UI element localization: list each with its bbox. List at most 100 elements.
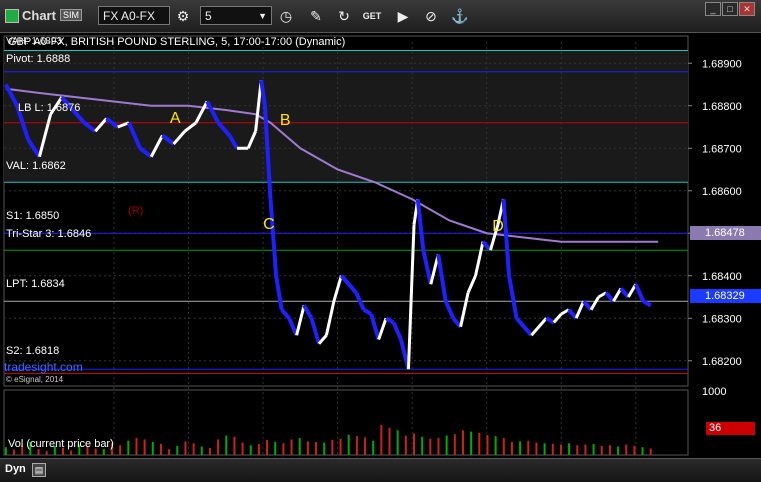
close-button[interactable]: ✕ xyxy=(739,2,755,16)
chevron-down-icon: ▼ xyxy=(258,11,267,21)
volume-tick-label: 1000 xyxy=(702,386,726,398)
clock-icon[interactable]: ◷ xyxy=(276,6,296,26)
volume-bar xyxy=(151,442,154,455)
settings-gear-icon[interactable]: ⚙ xyxy=(173,6,193,26)
volume-bar xyxy=(266,440,269,455)
volume-bar xyxy=(633,445,636,455)
volume-bar xyxy=(437,438,440,455)
volume-bar xyxy=(527,440,530,455)
interval-value: 5 xyxy=(205,9,212,23)
refresh-icon[interactable]: ↻ xyxy=(334,6,354,26)
volume-bar xyxy=(159,443,162,455)
volume-bar xyxy=(257,443,260,455)
volume-bar xyxy=(143,439,146,455)
y-tick-label: 1.68600 xyxy=(702,186,742,198)
link-icon[interactable]: ⚓ xyxy=(450,6,470,26)
brand-link[interactable]: tradesight.com xyxy=(4,360,83,374)
get-quote-icon[interactable]: GET xyxy=(362,6,382,26)
interval-select[interactable]: 5 ▼ xyxy=(200,6,272,25)
annotation-b: B xyxy=(280,112,291,129)
symbol-input[interactable]: FX A0-FX xyxy=(98,6,170,25)
volume-bar xyxy=(37,449,40,455)
volume-bar xyxy=(592,443,595,455)
y-tick-label: 1.68300 xyxy=(702,313,742,325)
volume-bar xyxy=(339,438,342,455)
volume-bar xyxy=(543,443,546,455)
volume-value-badge: 36 xyxy=(706,422,755,435)
time-axis-bar: Dyn ▤ xyxy=(0,458,761,482)
volume-bar xyxy=(233,436,236,455)
volume-bar xyxy=(355,436,358,455)
sim-badge: SIM xyxy=(60,9,83,21)
s1-label: S1: 1.6850 xyxy=(6,210,60,222)
lpt-label: LPT: 1.6834 xyxy=(6,278,65,290)
chart-title: GBP A0-FX, BRITISH POUND STERLING, 5, 17… xyxy=(8,36,346,48)
volume-bar xyxy=(380,425,383,455)
vwap-price-badge: 1.68478 xyxy=(690,226,761,240)
volume-bar xyxy=(4,447,7,455)
volume-bar xyxy=(641,447,644,455)
volume-bar xyxy=(249,445,252,455)
volume-bar xyxy=(45,451,48,455)
val-label: VAL: 1.6862 xyxy=(6,160,66,172)
volume-bar xyxy=(208,447,211,455)
volume-bar xyxy=(461,430,464,455)
volume-bar xyxy=(510,442,513,455)
volume-bar xyxy=(306,441,309,455)
tristar-label: Tri-Star 3: 1.6846 xyxy=(6,228,92,240)
volume-bar xyxy=(494,436,497,455)
play-icon[interactable]: ▶ xyxy=(393,6,413,26)
volume-bar xyxy=(625,444,628,455)
annotation-c: C xyxy=(263,216,275,233)
chart-window: Chart SIM FX A0-FX ⚙ 5 ▼ ◷ ✎ ↻ GET ▶ ⊘ ⚓… xyxy=(0,0,761,482)
volume-value-text: 36 xyxy=(709,422,722,434)
volume-bar xyxy=(347,434,350,455)
y-tick-label: 1.68400 xyxy=(702,271,742,283)
dyn-toggle-icon[interactable]: ▤ xyxy=(32,463,46,477)
volume-bar xyxy=(217,439,220,455)
annotation-d: D xyxy=(492,218,504,235)
annotation-a: A xyxy=(170,110,181,127)
volume-bar xyxy=(135,438,138,455)
volume-bar xyxy=(331,440,334,455)
pencil-icon[interactable]: ✎ xyxy=(306,6,326,26)
volume-bar xyxy=(445,435,448,455)
volume-bar xyxy=(168,449,171,455)
volume-bar xyxy=(413,433,416,455)
volume-bar xyxy=(421,436,424,455)
volume-bar xyxy=(225,435,228,455)
volume-bar xyxy=(127,440,130,455)
volume-bar xyxy=(184,441,187,455)
y-tick-label: 1.68200 xyxy=(702,356,742,368)
volume-bar xyxy=(568,443,571,455)
maximize-button[interactable]: □ xyxy=(722,2,738,16)
volume-bar xyxy=(241,442,244,455)
cancel-icon[interactable]: ⊘ xyxy=(421,6,441,26)
lbl-label: LB L: 1.6876 xyxy=(18,102,81,114)
copyright-text: © eSignal, 2014 xyxy=(6,375,64,384)
window-title: Chart xyxy=(22,8,56,23)
volume-bar xyxy=(372,440,375,455)
current-price-value: 1.68329 xyxy=(705,290,745,302)
volume-bar xyxy=(535,442,538,455)
volume-bar xyxy=(176,445,179,455)
volume-bar xyxy=(649,448,652,455)
r-marker: (R) xyxy=(128,205,144,217)
volume-bar xyxy=(470,431,473,455)
minimize-button[interactable]: _ xyxy=(705,2,721,16)
y-tick-label: 1.68900 xyxy=(702,58,742,70)
volume-bar xyxy=(388,427,391,455)
price-chart[interactable]: 1.682001.683001.684001.685001.686001.687… xyxy=(0,32,761,458)
volume-bar xyxy=(70,450,73,455)
volume-bar xyxy=(396,430,399,455)
y-tick-label: 1.68700 xyxy=(702,143,742,155)
volume-bar xyxy=(502,438,505,455)
dyn-label: Dyn xyxy=(5,463,26,475)
volume-bar xyxy=(478,432,481,455)
title-bar: Chart SIM FX A0-FX ⚙ 5 ▼ ◷ ✎ ↻ GET ▶ ⊘ ⚓… xyxy=(0,0,761,33)
volume-bar xyxy=(608,445,611,455)
volume-bar xyxy=(453,434,456,455)
volume-bar xyxy=(119,445,122,455)
volume-bar xyxy=(13,449,16,455)
volume-bar xyxy=(290,439,293,455)
